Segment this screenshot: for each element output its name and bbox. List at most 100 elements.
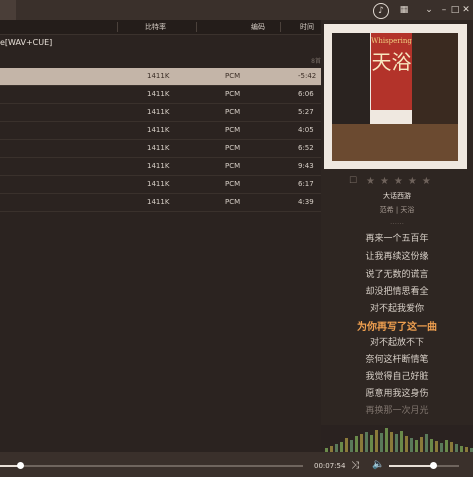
track-encoding: PCM: [225, 162, 241, 170]
spectrum-bar: [435, 441, 438, 452]
cover-title-small: Whispering: [371, 37, 412, 45]
shuffle-icon[interactable]: ⤨: [351, 460, 359, 471]
track-encoding: PCM: [225, 72, 241, 80]
spectrum-bar: [335, 444, 338, 452]
rating-stars[interactable]: ★★★★★: [366, 176, 436, 187]
track-duration: -5:42: [298, 72, 317, 80]
track-bitrate: 1411K: [147, 180, 170, 188]
title-bar-logo: [0, 0, 16, 20]
album-cover[interactable]: Whispering 天浴: [324, 24, 467, 169]
spectrum-bar: [390, 432, 393, 452]
grid-icon[interactable]: ▦: [398, 4, 410, 16]
cover-orchestra: [332, 124, 458, 161]
spectrum-bar: [365, 432, 368, 452]
spectrum-bar: [455, 444, 458, 452]
spectrum-bar: [370, 435, 373, 452]
spectrum-bar: [420, 437, 423, 452]
track-encoding: PCM: [225, 108, 241, 116]
column-separator: [196, 22, 197, 32]
lyric-line-faint: ……: [390, 218, 404, 226]
music-note-icon[interactable]: ♪: [373, 3, 389, 19]
spectrum-bar: [415, 440, 418, 452]
track-bitrate: 1411K: [147, 90, 170, 98]
volume-icon[interactable]: 🔈: [372, 459, 384, 470]
spectrum-bar: [440, 443, 443, 452]
lyric-line: 让我再续这份缘: [365, 252, 429, 262]
table-row[interactable]: 1411K PCM 6:52: [0, 140, 321, 158]
lyric-line: 说了无数的谎言: [365, 270, 429, 280]
table-row[interactable]: 1411K PCM 6:06: [0, 86, 321, 104]
track-duration: 4:39: [298, 198, 314, 206]
chevron-down-icon[interactable]: ⌄: [423, 4, 435, 16]
track-encoding: PCM: [225, 90, 241, 98]
spectrum-bar: [405, 436, 408, 452]
volume-knob[interactable]: [430, 462, 437, 469]
spectrum-bar: [425, 434, 428, 452]
lyric-line: 愿意用我这身伤: [365, 389, 429, 399]
lyric-line: 对不起放不下: [369, 338, 424, 348]
cover-title-big: 天浴: [371, 50, 412, 74]
lyric-current-line: 为你再写了这一曲: [357, 322, 437, 333]
track-list-header: 比特率 编码 时间: [0, 20, 321, 35]
spectrum-bar: [345, 438, 348, 452]
column-encoding[interactable]: 编码: [251, 22, 265, 32]
track-encoding: PCM: [225, 144, 241, 152]
spectrum-bar: [445, 440, 448, 452]
track-encoding: PCM: [225, 126, 241, 134]
lyric-line: 奈何这杆断情笔: [365, 355, 429, 365]
volume-fill: [389, 465, 433, 467]
track-bitrate: 1411K: [147, 126, 170, 134]
track-duration: 6:06: [298, 90, 314, 98]
lyric-line: 却没把情思看全: [365, 287, 429, 297]
table-row[interactable]: 1411K PCM 9:43: [0, 158, 321, 176]
spectrum-bar: [430, 439, 433, 452]
spectrum-bar: [350, 440, 353, 452]
progress-track[interactable]: [0, 465, 303, 467]
album-label: e[WAV+CUE]: [0, 38, 53, 47]
track-bitrate: 1411K: [147, 72, 170, 80]
lyric-line: 对不起我爱你: [369, 304, 424, 314]
track-duration: 9:43: [298, 162, 314, 170]
spectrum-bar: [355, 436, 358, 452]
track-list: 1411K PCM -5:42 1411K PCM 6:06 1411K PCM…: [0, 68, 321, 212]
playback-time: 00:07:54: [314, 462, 346, 470]
spectrum-bar: [410, 438, 413, 452]
lyric-line: 再换那一次月光: [365, 406, 429, 416]
title-bar: ♪ ▦ ⌄ – □ ✕: [0, 0, 473, 20]
song-artist[interactable]: 范希 | 天浴: [321, 205, 473, 215]
track-bitrate: 1411K: [147, 144, 170, 152]
spectrum-bar: [360, 434, 363, 452]
spectrum-bar: [395, 434, 398, 452]
spectrum-bar: [385, 428, 388, 452]
track-count: 8首: [311, 58, 321, 65]
track-bitrate: 1411K: [147, 162, 170, 170]
bookmark-icon[interactable]: ☐: [349, 176, 357, 186]
progress-knob[interactable]: [17, 462, 24, 469]
track-encoding: PCM: [225, 180, 241, 188]
spectrum-bar: [340, 442, 343, 452]
track-bitrate: 1411K: [147, 198, 170, 206]
column-separator: [280, 22, 281, 32]
spectrum-bar: [380, 433, 383, 452]
track-bitrate: 1411K: [147, 108, 170, 116]
table-row[interactable]: 1411K PCM -5:42: [0, 68, 321, 86]
song-title: 大话西游: [383, 192, 411, 200]
lyric-line: 再来一个五百年: [365, 234, 429, 244]
column-separator: [117, 22, 118, 32]
column-duration[interactable]: 时间: [300, 22, 314, 32]
spectrum-bar: [375, 430, 378, 452]
table-row[interactable]: 1411K PCM 4:05: [0, 122, 321, 140]
lyric-line: 我觉得自己好脏: [365, 372, 429, 382]
spectrum-visualizer: [321, 425, 473, 452]
column-bitrate[interactable]: 比特率: [145, 22, 166, 32]
close-icon[interactable]: ✕: [460, 4, 472, 16]
spectrum-bar: [450, 442, 453, 452]
spectrum-bar: [400, 431, 403, 452]
track-duration: 6:52: [298, 144, 314, 152]
track-encoding: PCM: [225, 198, 241, 206]
track-duration: 4:05: [298, 126, 314, 134]
track-duration: 5:27: [298, 108, 314, 116]
table-row[interactable]: 1411K PCM 4:39: [0, 194, 321, 212]
table-row[interactable]: 1411K PCM 6:17: [0, 176, 321, 194]
table-row[interactable]: 1411K PCM 5:27: [0, 104, 321, 122]
